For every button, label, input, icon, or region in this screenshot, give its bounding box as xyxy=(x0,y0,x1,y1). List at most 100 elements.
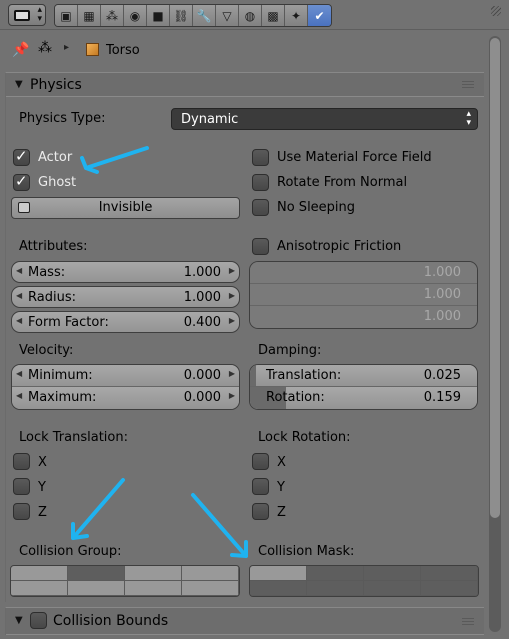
maximum-field[interactable]: ◀ Maximum: 0.000 ▶ xyxy=(12,387,239,409)
tab-scene[interactable]: ⁂ xyxy=(101,5,124,26)
anisotropic-friction-label: Anisotropic Friction xyxy=(277,239,402,254)
mass-value: 1.000 xyxy=(183,265,221,280)
collision-mask-layer-4[interactable] xyxy=(421,566,478,581)
collapse-triangle-icon[interactable]: ▼ xyxy=(15,79,23,90)
invisible-button[interactable]: Invisible xyxy=(11,197,240,219)
editor-type-button[interactable]: ▴ ▾ xyxy=(8,4,46,26)
panel-drag-handle-icon[interactable] xyxy=(462,81,474,88)
rotation-damping-slider[interactable]: Rotation: 0.159 xyxy=(250,387,477,409)
world-icon: ◉ xyxy=(129,8,141,23)
render-icon: ▣ xyxy=(60,8,72,23)
decrement-arrow-icon[interactable]: ◀ xyxy=(16,291,22,300)
collision-group-layer-3[interactable] xyxy=(125,566,182,581)
dropdown-arrows-icon: ▴ ▾ xyxy=(466,109,471,128)
increment-arrow-icon[interactable]: ▶ xyxy=(229,391,235,400)
area-corner-icon[interactable] xyxy=(491,6,501,16)
lock-rotation-z-label: Z xyxy=(277,505,286,520)
actor-checkbox[interactable]: ✓ xyxy=(13,148,30,166)
collision-mask-layer-2[interactable] xyxy=(307,566,364,581)
tab-world[interactable]: ◉ xyxy=(124,5,147,26)
collision-mask-layer-1[interactable] xyxy=(250,566,307,581)
tab-render-layers[interactable]: ▦ xyxy=(78,5,101,26)
lock-rotation-z-checkbox[interactable] xyxy=(252,503,269,520)
scrollbar-thumb[interactable] xyxy=(490,38,500,518)
collision-group-layer-2[interactable] xyxy=(68,566,125,581)
decrement-arrow-icon[interactable]: ◀ xyxy=(16,316,22,325)
no-sleeping-label: No Sleeping xyxy=(277,200,356,215)
lock-translation-x-checkbox[interactable] xyxy=(13,453,30,470)
collision-mask-layer-3[interactable] xyxy=(364,566,421,581)
tab-particles[interactable]: ✦ xyxy=(285,5,308,26)
lock-translation-z-checkbox[interactable] xyxy=(13,503,30,520)
radius-label: Radius: xyxy=(28,290,76,305)
damping-label: Damping: xyxy=(258,343,322,358)
decrement-arrow-icon[interactable]: ◀ xyxy=(16,391,22,400)
panel-drag-handle-icon[interactable] xyxy=(462,618,474,625)
use-material-force-field-checkbox[interactable] xyxy=(252,149,269,166)
mass-field[interactable]: ◀ Mass: 1.000 ▶ xyxy=(11,261,240,283)
lock-rotation-x-checkbox[interactable] xyxy=(252,453,269,470)
collision-bounds-checkbox[interactable] xyxy=(30,612,47,629)
minimum-field[interactable]: ◀ Minimum: 0.000 ▶ xyxy=(12,365,239,387)
form-factor-field[interactable]: ◀ Form Factor: 0.400 ▶ xyxy=(11,311,240,333)
physics-type-dropdown[interactable]: Dynamic ▴ ▾ xyxy=(171,108,478,130)
collapse-triangle-icon[interactable]: ▼ xyxy=(15,615,23,626)
increment-arrow-icon[interactable]: ▶ xyxy=(229,266,235,275)
anisotropic-y-field: 1.000 xyxy=(250,284,477,306)
decrement-arrow-icon[interactable]: ◀ xyxy=(16,369,22,378)
object-cube-icon xyxy=(86,43,99,56)
collision-bounds-panel: ▼ Collision Bounds xyxy=(5,607,484,635)
decrement-arrow-icon[interactable]: ◀ xyxy=(16,266,22,275)
collision-mask-layer-7[interactable] xyxy=(364,581,421,596)
collision-group-layer-1[interactable] xyxy=(11,566,68,581)
camera-icon xyxy=(18,202,30,213)
rotation-label: Rotation: xyxy=(266,390,325,405)
tab-material[interactable]: ◍ xyxy=(239,5,262,26)
collision-group-layer-6[interactable] xyxy=(68,581,125,596)
collision-bounds-panel-header[interactable]: ▼ Collision Bounds xyxy=(6,608,484,635)
physics-panel-header[interactable]: ▼ Physics xyxy=(6,73,484,97)
tab-render[interactable]: ▣ xyxy=(55,5,78,26)
increment-arrow-icon[interactable]: ▶ xyxy=(229,369,235,378)
radius-field[interactable]: ◀ Radius: 1.000 ▶ xyxy=(11,286,240,308)
collision-group-label: Collision Group: xyxy=(19,544,122,559)
tab-texture[interactable]: ▩ xyxy=(262,5,285,26)
minimum-value: 0.000 xyxy=(183,368,221,383)
physics-type-value: Dynamic xyxy=(181,112,239,127)
rotate-from-normal-checkbox[interactable] xyxy=(252,174,269,191)
lock-translation-y-checkbox[interactable] xyxy=(13,478,30,495)
collision-group-layer-8[interactable] xyxy=(182,581,239,596)
lock-rotation-x-label: X xyxy=(277,455,286,470)
collision-mask-layer-5[interactable] xyxy=(250,581,307,596)
lock-translation-x-label: X xyxy=(38,455,47,470)
increment-arrow-icon[interactable]: ▶ xyxy=(229,316,235,325)
translation-label: Translation: xyxy=(266,368,342,383)
tab-data[interactable]: ▽ xyxy=(216,5,239,26)
collision-group-layer-7[interactable] xyxy=(125,581,182,596)
tab-modifiers[interactable]: 🔧 xyxy=(193,5,216,26)
no-sleeping-checkbox[interactable] xyxy=(252,199,269,216)
anisotropic-friction-checkbox[interactable] xyxy=(252,238,269,255)
breadcrumb-object-name: Torso xyxy=(106,43,140,58)
collision-bounds-panel-title: Collision Bounds xyxy=(53,613,169,629)
breadcrumb-arrow-icon: ▸ xyxy=(64,42,70,53)
ghost-checkbox[interactable]: ✓ xyxy=(13,172,30,191)
velocity-label: Velocity: xyxy=(19,343,74,358)
checkmark-icon: ✓ xyxy=(15,172,28,190)
tab-physics[interactable]: ✔ xyxy=(308,5,331,26)
tab-object[interactable]: ■ xyxy=(147,5,170,26)
increment-arrow-icon[interactable]: ▶ xyxy=(229,291,235,300)
collision-group-layer-5[interactable] xyxy=(11,581,68,596)
translation-damping-slider[interactable]: Translation: 0.025 xyxy=(250,365,477,387)
pin-icon[interactable]: 📌 xyxy=(12,42,29,58)
collision-mask-layer-8[interactable] xyxy=(421,581,478,596)
lock-rotation-y-checkbox[interactable] xyxy=(252,478,269,495)
tab-constraints[interactable]: ⛓ xyxy=(170,5,193,26)
minimum-label: Minimum: xyxy=(28,368,93,383)
dropdown-arrows-icon: ▴ ▾ xyxy=(37,5,42,24)
collision-group-layer-4[interactable] xyxy=(182,566,239,581)
scene-icon: ⁂ xyxy=(38,40,52,56)
render-layers-icon: ▦ xyxy=(83,8,95,23)
properties-header: ▴ ▾ ▣ ▦ ⁂ ◉ ■ ⛓ 🔧 ▽ ◍ ▩ ✦ ✔ xyxy=(0,0,509,30)
collision-mask-layer-6[interactable] xyxy=(307,581,364,596)
